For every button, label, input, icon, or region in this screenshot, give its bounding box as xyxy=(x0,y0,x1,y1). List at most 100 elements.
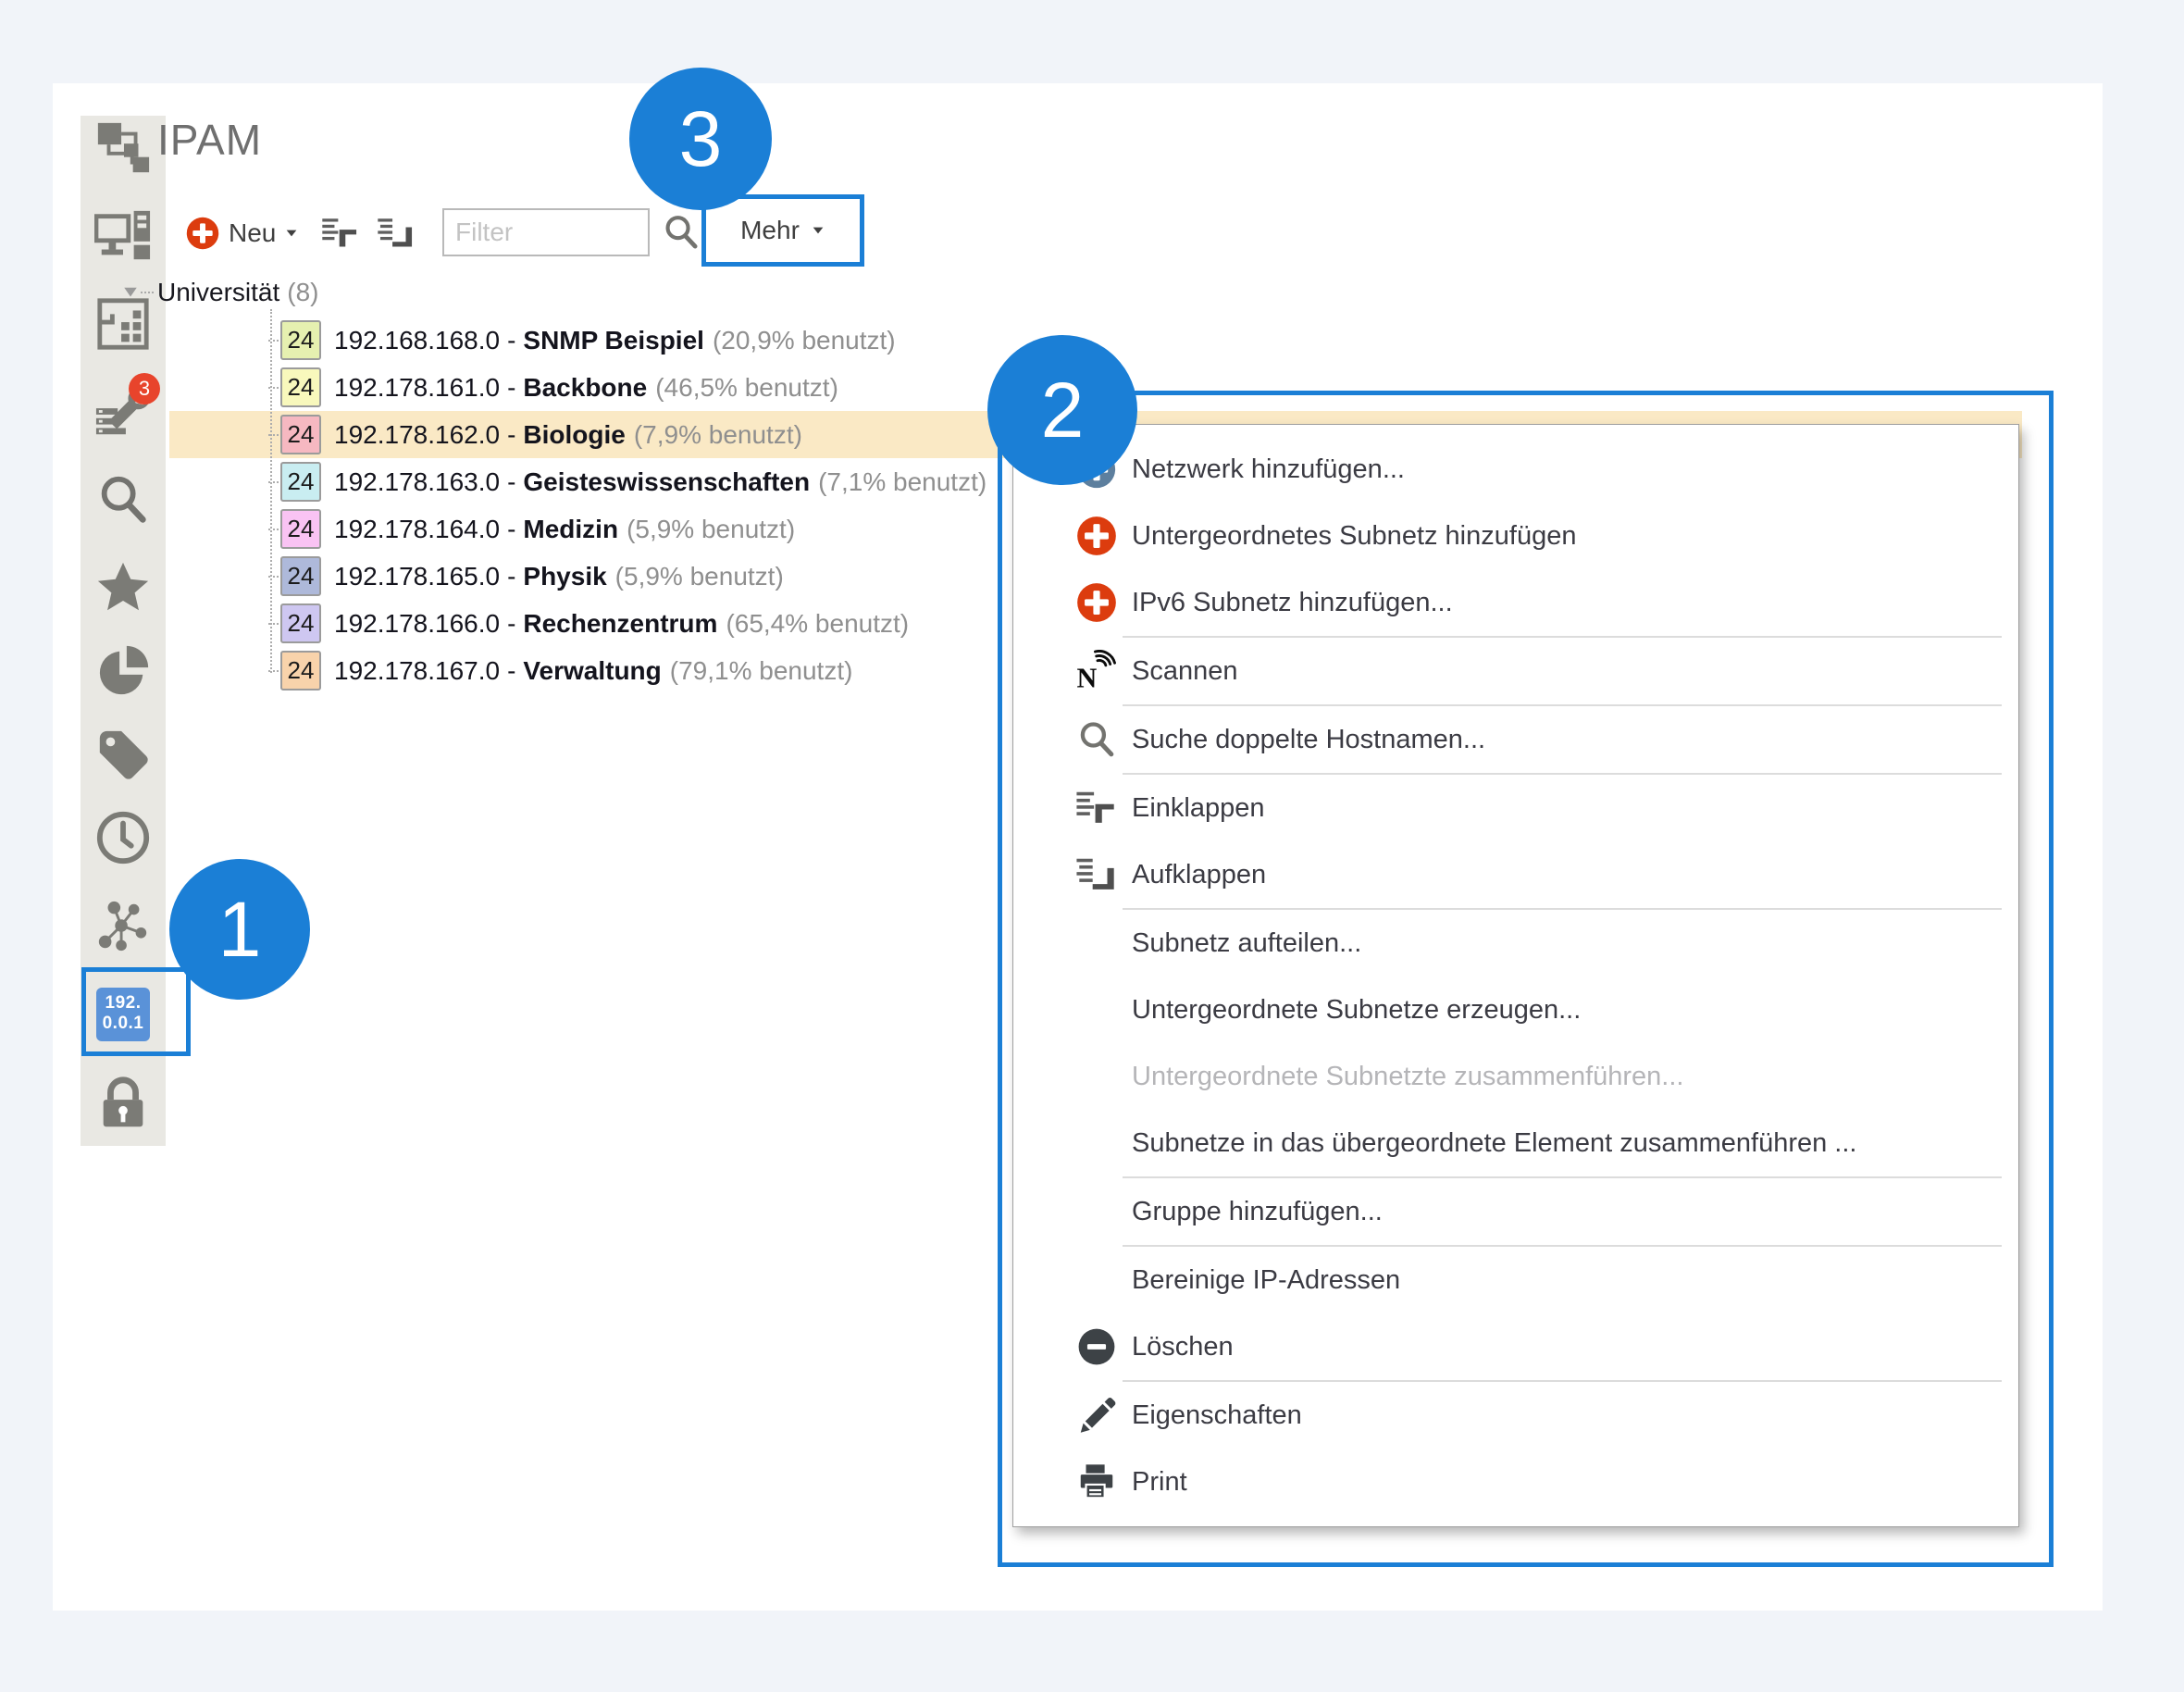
subnet-ip: 192.178.162.0 xyxy=(334,420,500,450)
menu-item-icon xyxy=(1074,1189,1119,1234)
page-title: IPAM xyxy=(157,115,262,165)
menu-item: Untergeordnete Subnetzte zusammenführen.… xyxy=(1013,1043,2018,1110)
tree-root-universitaet[interactable]: Universität (8) xyxy=(122,277,319,308)
menu-item[interactable]: Netzwerk hinzufügen... xyxy=(1013,436,2018,503)
menu-item-label: Einklappen xyxy=(1132,793,1265,824)
sidebar-item-ipam-tile[interactable]: 192.0.0.1 xyxy=(81,988,166,1041)
menu-item[interactable]: Gruppe hinzufügen... xyxy=(1013,1178,2018,1245)
menu-item[interactable]: Suche doppelte Hostnamen... xyxy=(1013,706,2018,773)
new-button-label: Neu xyxy=(229,218,276,248)
subnet-mask-badge: 24 xyxy=(280,651,321,690)
subnet-name: SNMP Beispiel xyxy=(523,326,704,355)
sidebar: 3 192.0.0.1 xyxy=(81,116,166,1146)
delete-circle-icon xyxy=(1074,1325,1119,1369)
subnet-separator: - xyxy=(507,515,515,544)
menu-item[interactable]: IPv6 Subnetz hinzufügen... xyxy=(1013,569,2018,636)
chevron-down-icon xyxy=(811,223,825,238)
menu-item[interactable]: Untergeordnete Subnetze erzeugen... xyxy=(1013,977,2018,1043)
menu-item[interactable]: Untergeordnetes Subnetz hinzufügen xyxy=(1013,503,2018,569)
subnet-mask-badge: 24 xyxy=(280,415,321,454)
subnet-separator: - xyxy=(507,420,515,450)
molecule-icon xyxy=(94,897,152,954)
svg-text:N: N xyxy=(1076,662,1097,692)
menu-item-label: Print xyxy=(1132,1467,1187,1498)
subnet-name: Biologie xyxy=(523,420,625,450)
subnet-name: Verwaltung xyxy=(523,656,661,686)
subnet-separator: - xyxy=(507,373,515,403)
add-icon xyxy=(185,216,220,251)
tree-connector xyxy=(141,292,154,293)
step-badge-2: 2 xyxy=(987,335,1137,485)
subnet-ip: 192.178.166.0 xyxy=(334,609,500,639)
notification-badge: 3 xyxy=(129,373,160,404)
menu-item-label: IPv6 Subnetz hinzufügen... xyxy=(1132,588,1453,618)
subnet-name: Backbone xyxy=(523,373,647,403)
menu-item[interactable]: N Scannen xyxy=(1013,638,2018,704)
more-button[interactable]: Mehr xyxy=(740,216,800,245)
search-icon xyxy=(94,471,152,529)
menu-item[interactable]: Eigenschaften xyxy=(1013,1382,2018,1449)
sidebar-item-tag[interactable] xyxy=(81,725,166,784)
menu-item[interactable]: Aufklappen xyxy=(1013,841,2018,908)
expand-icon xyxy=(1074,852,1119,897)
collapse-all-button[interactable] xyxy=(320,214,363,253)
menu-item-icon xyxy=(1074,921,1119,965)
menu-item-label: Bereinige IP-Adressen xyxy=(1132,1265,1400,1296)
pencil-icon xyxy=(1074,1393,1119,1437)
tree-collapse-arrow-icon[interactable] xyxy=(122,284,139,301)
subnet-separator: - xyxy=(507,609,515,639)
subnet-usage: (5,9% benutzt) xyxy=(615,562,784,591)
subnet-usage: (20,9% benutzt) xyxy=(713,326,896,355)
subnet-ip: 192.178.165.0 xyxy=(334,562,500,591)
subnet-usage: (79,1% benutzt) xyxy=(670,656,853,686)
red-plus-circle xyxy=(1074,580,1119,625)
menu-item[interactable]: Subnetze in das übergeordnete Element zu… xyxy=(1013,1110,2018,1176)
subnet-mask-badge: 24 xyxy=(280,367,321,407)
sidebar-item-pie-chart[interactable] xyxy=(81,641,166,701)
sidebar-item-search[interactable] xyxy=(81,470,166,529)
subnet-mask-badge: 24 xyxy=(280,462,321,502)
sidebar-item-tools[interactable]: 3 xyxy=(81,382,166,442)
search-icon[interactable] xyxy=(661,212,703,255)
tree-connector-line xyxy=(270,309,272,673)
subnet-name: Rechenzentrum xyxy=(523,609,717,639)
menu-item-icon xyxy=(1074,1258,1119,1302)
menu-item[interactable]: Einklappen xyxy=(1013,775,2018,841)
tag-icon xyxy=(94,726,152,783)
lock-icon xyxy=(94,1075,152,1132)
subnet-usage: (46,5% benutzt) xyxy=(655,373,838,403)
menu-item-icon xyxy=(1074,1054,1119,1099)
sidebar-item-lock[interactable] xyxy=(81,1074,166,1133)
menu-item-label: Untergeordnetes Subnetz hinzufügen xyxy=(1132,521,1576,552)
pie-chart-icon xyxy=(94,642,152,700)
subnet-ip: 192.178.164.0 xyxy=(334,515,500,544)
subnet-usage: (65,4% benutzt) xyxy=(726,609,909,639)
tree-root-label: Universität xyxy=(157,278,279,307)
new-button[interactable]: Neu xyxy=(185,215,299,252)
menu-item-label: Eigenschaften xyxy=(1132,1400,1302,1431)
menu-item-label: Scannen xyxy=(1132,656,1238,687)
filter-input[interactable] xyxy=(442,208,650,256)
ipam-tile-label-line2: 0.0.1 xyxy=(96,1014,150,1034)
subnet-name: Medizin xyxy=(523,515,618,544)
subnet-ip: 192.178.167.0 xyxy=(334,656,500,686)
sidebar-item-topology[interactable] xyxy=(81,118,166,178)
subnet-mask-badge: 24 xyxy=(280,556,321,596)
collapse-icon xyxy=(1074,786,1119,830)
menu-item[interactable]: Bereinige IP-Adressen xyxy=(1013,1247,2018,1313)
topology-icon xyxy=(94,119,152,177)
menu-item[interactable]: Löschen xyxy=(1013,1313,2018,1380)
sidebar-item-clock[interactable] xyxy=(81,808,166,867)
menu-item-label: Untergeordnete Subnetze erzeugen... xyxy=(1132,995,1581,1026)
menu-item[interactable]: Subnetz aufteilen... xyxy=(1013,910,2018,977)
sidebar-item-workstation[interactable] xyxy=(81,206,166,266)
sidebar-item-star[interactable] xyxy=(81,558,166,617)
menu-item-label: Gruppe hinzufügen... xyxy=(1132,1197,1383,1227)
subnet-mask-badge: 24 xyxy=(280,509,321,549)
subnet-usage: (7,1% benutzt) xyxy=(818,467,987,497)
expand-all-button[interactable] xyxy=(376,214,418,253)
sidebar-item-molecule[interactable] xyxy=(81,896,166,955)
scan-icon: N xyxy=(1074,649,1119,693)
menu-item[interactable]: Print xyxy=(1013,1449,2018,1515)
printer-icon xyxy=(1074,1460,1119,1504)
